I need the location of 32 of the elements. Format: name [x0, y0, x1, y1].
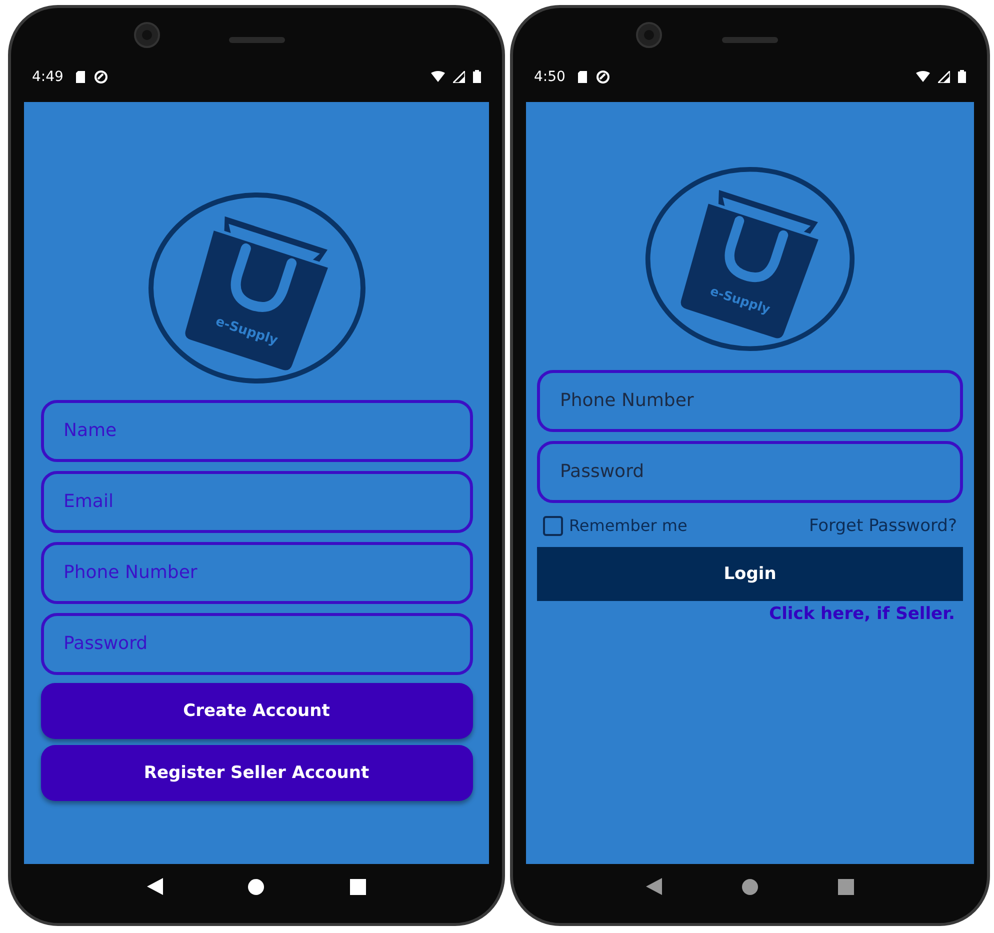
camera-icon: [636, 22, 662, 48]
wifi-icon: [431, 71, 445, 82]
sync-icon: [596, 70, 610, 84]
battery-icon: [958, 70, 966, 84]
speaker-grille: [722, 36, 778, 43]
battery-icon: [473, 70, 481, 84]
speaker-grille: [228, 36, 284, 43]
input-field[interactable]: Name: [40, 400, 472, 462]
wifi-icon: [916, 71, 930, 82]
status-time: 4:49: [32, 68, 64, 85]
status-time: 4:50: [534, 68, 566, 85]
recents-icon[interactable]: [838, 878, 854, 895]
sd-card-icon: [75, 70, 86, 83]
home-icon[interactable]: [248, 878, 264, 895]
submit-button[interactable]: Register Seller Account: [40, 744, 472, 801]
input-field[interactable]: Password: [537, 440, 963, 503]
checkbox[interactable]: [543, 516, 563, 536]
sd-card-icon: [577, 70, 588, 83]
signal-icon: [938, 70, 950, 83]
back-icon[interactable]: [146, 878, 163, 896]
input-field[interactable]: Password: [40, 612, 472, 675]
input-field[interactable]: Phone Number: [40, 542, 472, 604]
camera-icon: [134, 22, 160, 48]
input-field[interactable]: Email: [40, 470, 472, 533]
home-icon[interactable]: [742, 878, 758, 895]
sync-icon: [94, 70, 108, 84]
submit-button[interactable]: Create Account: [40, 682, 472, 739]
input-field[interactable]: Phone Number: [537, 370, 963, 432]
login-button[interactable]: Login: [537, 546, 963, 601]
signal-icon: [453, 70, 465, 83]
back-icon[interactable]: [646, 878, 662, 896]
recents-icon[interactable]: [350, 878, 366, 895]
